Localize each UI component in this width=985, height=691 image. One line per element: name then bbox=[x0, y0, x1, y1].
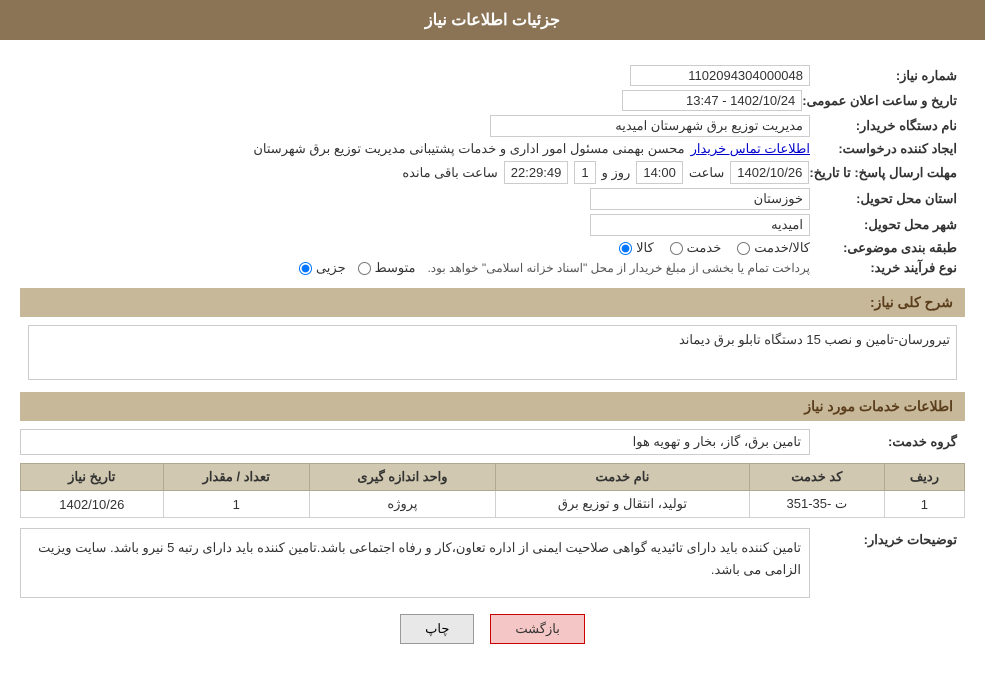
category-option-khedmat[interactable]: خدمت bbox=[670, 240, 722, 256]
response-days-value: 1 bbox=[574, 161, 595, 184]
days-label: روز و bbox=[602, 165, 631, 181]
col-quantity: تعداد / مقدار bbox=[163, 464, 309, 491]
purchase-medium-label: متوسط bbox=[375, 260, 416, 276]
services-table: ردیف کد خدمت نام خدمت واحد اندازه گیری ت… bbox=[20, 463, 965, 518]
purchase-option-medium[interactable]: متوسط bbox=[358, 260, 416, 276]
response-date-label: مهلت ارسال پاسخ: تا تاریخ: bbox=[809, 165, 965, 181]
remaining-label: ساعت باقی مانده bbox=[402, 165, 497, 181]
creator-label: ایجاد کننده درخواست: bbox=[810, 141, 965, 157]
date-value: 1402/10/24 - 13:47 bbox=[622, 90, 802, 111]
category-option-kala-label: کالا bbox=[636, 240, 654, 256]
category-option-kala-khedmat[interactable]: کالا/خدمت bbox=[737, 240, 810, 256]
purchase-partial-label: جزیی bbox=[316, 260, 346, 276]
col-service-name: نام خدمت bbox=[496, 464, 750, 491]
col-unit: واحد اندازه گیری bbox=[309, 464, 495, 491]
city-label: شهر محل تحویل: bbox=[810, 217, 965, 233]
purchase-type-label: نوع فرآیند خرید: bbox=[810, 260, 965, 276]
cell-quantity: 1 bbox=[163, 491, 309, 518]
time-label: ساعت bbox=[689, 165, 724, 181]
service-group-label: گروه خدمت: bbox=[810, 434, 965, 450]
print-button[interactable]: چاپ bbox=[400, 614, 474, 644]
cell-row-num: 1 bbox=[884, 491, 964, 518]
need-number-label: شماره نیاز: bbox=[810, 68, 965, 84]
need-number-value: 1102094304000048 bbox=[630, 65, 810, 86]
cell-date: 1402/10/26 bbox=[21, 491, 164, 518]
city-value: امیدیه bbox=[590, 214, 810, 236]
page-title: جزئیات اطلاعات نیاز bbox=[425, 12, 560, 29]
cell-unit: پروژه bbox=[309, 491, 495, 518]
general-desc-section-title: شرح کلی نیاز: bbox=[20, 288, 965, 317]
response-date-value: 1402/10/26 bbox=[730, 161, 809, 184]
service-info-section-title: اطلاعات خدمات مورد نیاز bbox=[20, 392, 965, 421]
purchase-option-partial[interactable]: جزیی bbox=[299, 260, 346, 276]
creator-contact-link[interactable]: اطلاعات تماس خریدار bbox=[691, 141, 810, 157]
service-group-value: تامین برق، گاز، بخار و تهویه هوا bbox=[20, 429, 810, 455]
category-label: طبقه بندی موضوعی: bbox=[810, 240, 965, 256]
general-desc-value: تیرورسان-تامین و نصب 15 دستگاه تابلو برق… bbox=[679, 332, 950, 347]
category-option-khedmat-label: خدمت bbox=[687, 240, 722, 256]
province-label: استان محل تحویل: bbox=[810, 191, 965, 207]
buyer-notes-value: تامین کننده باید دارای تائیدیه گواهی صلا… bbox=[38, 540, 801, 577]
table-row: 1 ت -35-351 تولید، انتقال و توزیع برق پر… bbox=[21, 491, 965, 518]
buyer-org-value: مدیریت توزیع برق شهرستان امیدیه bbox=[490, 115, 810, 137]
purchase-note: پرداخت تمام یا بخشی از مبلغ خریدار از مح… bbox=[427, 261, 810, 275]
response-time-value: 14:00 bbox=[636, 161, 683, 184]
action-buttons: بازگشت چاپ bbox=[20, 614, 965, 644]
category-option-kala[interactable]: کالا bbox=[619, 240, 654, 256]
buyer-notes-label: توضیحات خریدار: bbox=[810, 528, 965, 548]
date-label: تاریخ و ساعت اعلان عمومی: bbox=[802, 93, 965, 109]
cell-service-name: تولید، انتقال و توزیع برق bbox=[496, 491, 750, 518]
col-row-num: ردیف bbox=[884, 464, 964, 491]
buyer-org-label: نام دستگاه خریدار: bbox=[810, 118, 965, 134]
province-value: خوزستان bbox=[590, 188, 810, 210]
creator-value: محسن بهمنی مسئول امور اداری و خدمات پشتی… bbox=[253, 141, 684, 157]
page-header: جزئیات اطلاعات نیاز bbox=[0, 0, 985, 40]
remaining-time-value: 22:29:49 bbox=[504, 161, 569, 184]
back-button[interactable]: بازگشت bbox=[490, 614, 584, 644]
col-service-code: کد خدمت bbox=[749, 464, 884, 491]
buyer-notes-box: تامین کننده باید دارای تائیدیه گواهی صلا… bbox=[20, 528, 810, 598]
general-desc-box: تیرورسان-تامین و نصب 15 دستگاه تابلو برق… bbox=[28, 325, 957, 380]
col-date: تاریخ نیاز bbox=[21, 464, 164, 491]
cell-service-code: ت -35-351 bbox=[749, 491, 884, 518]
category-option-kala-khedmat-label: کالا/خدمت bbox=[754, 240, 810, 256]
